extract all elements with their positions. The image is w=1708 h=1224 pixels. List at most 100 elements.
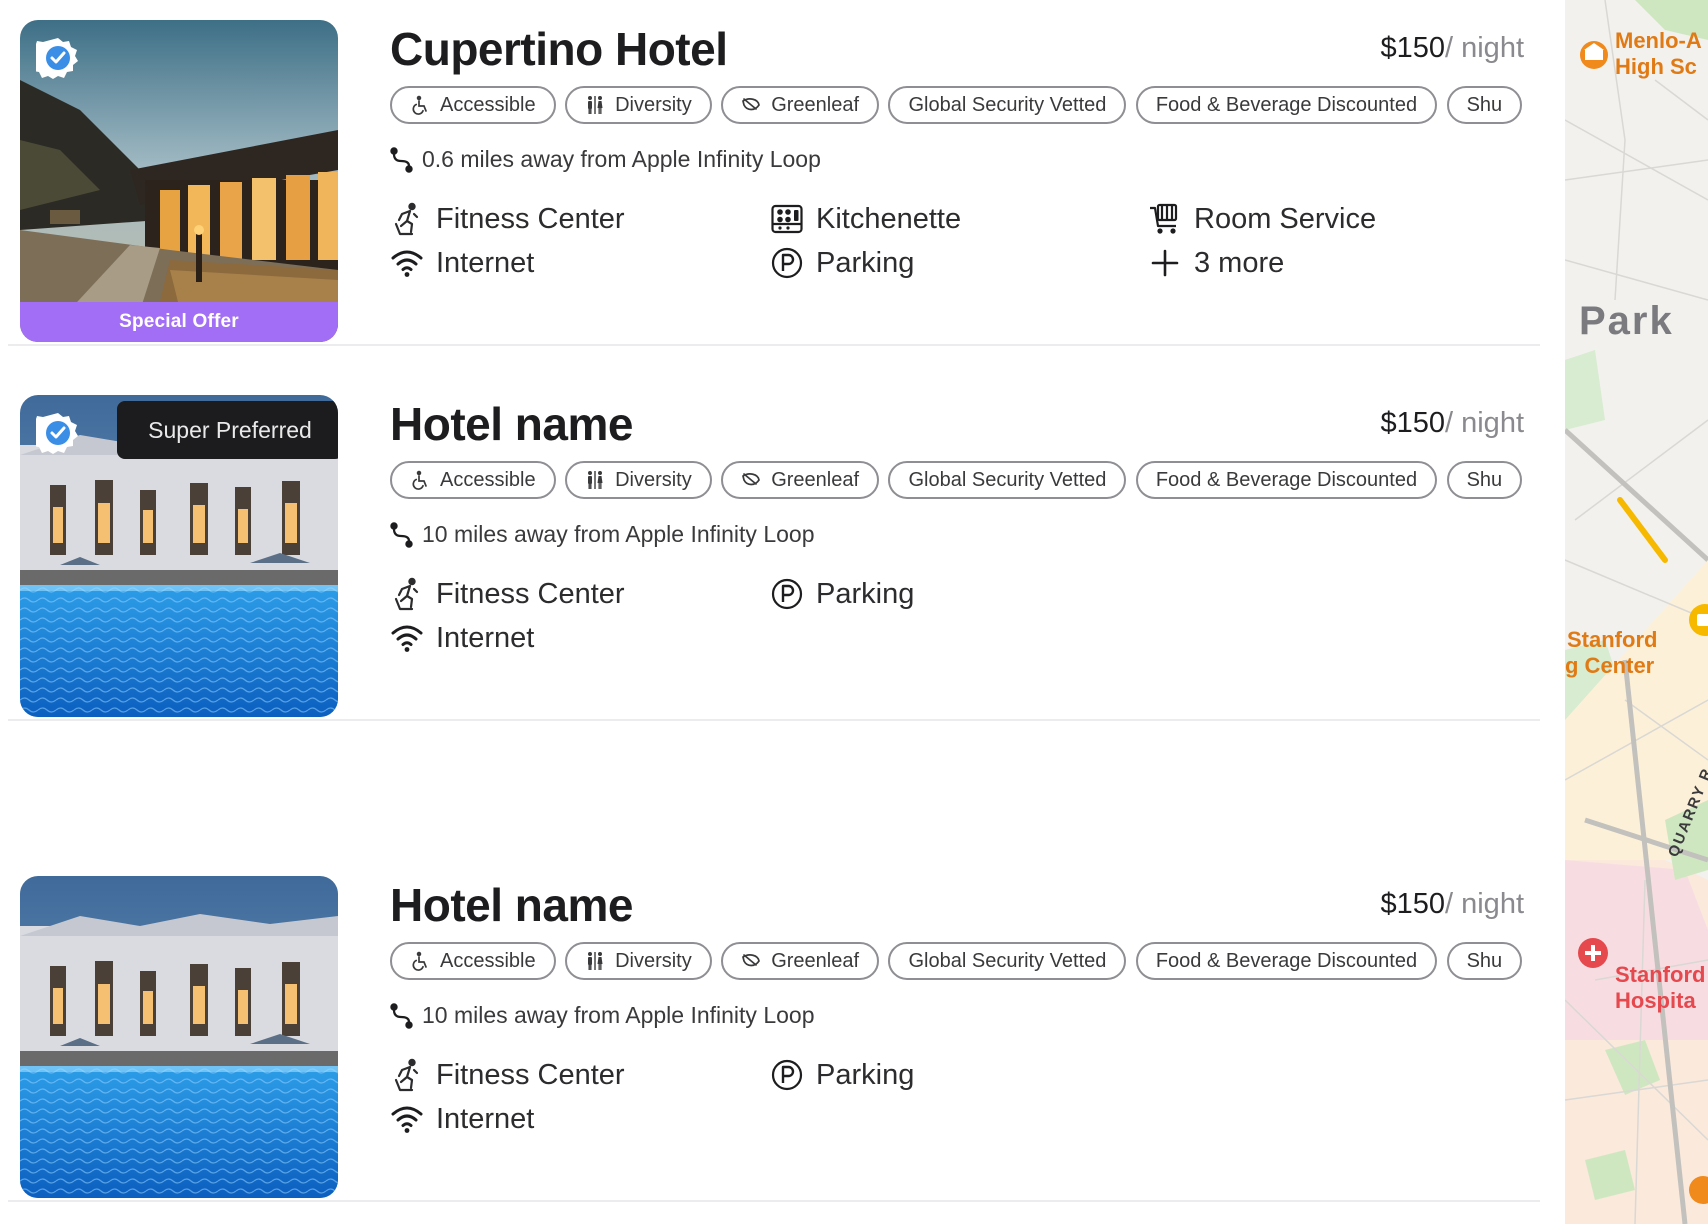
hotel-image bbox=[20, 876, 338, 1198]
price: $150/ night bbox=[1380, 407, 1524, 440]
map-label-stanford-center: Stanford bbox=[1567, 627, 1657, 652]
parking-icon bbox=[770, 246, 804, 280]
amenity-fitness: Fitness Center bbox=[390, 1058, 625, 1092]
price-amount: $150 bbox=[1380, 888, 1445, 920]
hotel-title[interactable]: Cupertino Hotel bbox=[390, 22, 728, 76]
tag-food-beverage[interactable]: Food & Beverage Discounted bbox=[1135, 86, 1438, 124]
amenity-internet: Internet bbox=[390, 621, 534, 655]
amenity-label: Internet bbox=[436, 246, 535, 279]
amenity-label: Internet bbox=[436, 621, 535, 654]
hotel-title[interactable]: Hotel name bbox=[390, 397, 633, 451]
hospital-icon[interactable] bbox=[1578, 938, 1608, 968]
tag-list: Accessible Diversity Greenleaf Global Se… bbox=[390, 86, 1524, 128]
super-preferred-tooltip: Super Preferred bbox=[117, 401, 338, 459]
tag-accessible[interactable]: Accessible bbox=[390, 461, 556, 499]
amenity-label: Fitness Center bbox=[436, 202, 625, 235]
hotel-photo[interactable]: Special Offer bbox=[20, 20, 338, 342]
map-panel[interactable]: Menlo-A High Sc Park Stanford g Center Q… bbox=[1565, 0, 1708, 1224]
tag-greenleaf[interactable]: Greenleaf bbox=[721, 86, 880, 124]
tag-diversity[interactable]: Diversity bbox=[565, 942, 712, 980]
amenity-parking: Parking bbox=[770, 246, 914, 280]
tag-label: Food & Beverage Discounted bbox=[1155, 93, 1418, 116]
verified-badge-icon[interactable] bbox=[36, 36, 80, 80]
route-icon bbox=[390, 147, 414, 173]
route-icon bbox=[390, 522, 414, 548]
tag-list: Accessible Diversity Greenleaf Global Se… bbox=[390, 942, 1524, 984]
amenity-kitchenette: Kitchenette bbox=[770, 202, 961, 236]
amenity-label: Room Service bbox=[1194, 202, 1377, 235]
distance: 10 miles away from Apple Infinity Loop bbox=[390, 1002, 814, 1029]
wifi-icon bbox=[390, 621, 424, 655]
amenity-label: Fitness Center bbox=[436, 577, 625, 610]
amenity-internet: Internet bbox=[390, 246, 534, 280]
amenity-fitness: Fitness Center bbox=[390, 577, 625, 611]
kitchenette-icon bbox=[770, 202, 804, 236]
hotel-card[interactable]: Special Offer Cupertino Hotel $150/ nigh… bbox=[0, 20, 1540, 346]
hotel-list: Special Offer Cupertino Hotel $150/ nigh… bbox=[0, 0, 1565, 1224]
price-unit: / night bbox=[1445, 407, 1524, 439]
tag-label: Greenleaf bbox=[771, 949, 860, 972]
plus-icon bbox=[1148, 246, 1182, 280]
card-divider bbox=[8, 719, 1540, 721]
amenity-label: Parking bbox=[816, 577, 915, 610]
tag-greenleaf[interactable]: Greenleaf bbox=[721, 942, 880, 980]
tag-diversity[interactable]: Diversity bbox=[565, 461, 712, 499]
price-unit: / night bbox=[1445, 32, 1524, 64]
card-divider bbox=[8, 344, 1540, 346]
hotel-photo[interactable]: Super Preferred bbox=[20, 395, 338, 717]
tag-global-security[interactable]: Global Security Vetted bbox=[888, 461, 1127, 499]
distance-text: 10 miles away from Apple Infinity Loop bbox=[422, 1002, 815, 1028]
map-label-park: Park bbox=[1579, 299, 1674, 343]
distance: 10 miles away from Apple Infinity Loop bbox=[390, 521, 814, 548]
hotel-photo[interactable] bbox=[20, 876, 338, 1198]
hotel-card[interactable]: Super Preferred Hotel name $150/ night A… bbox=[0, 395, 1540, 721]
tag-diversity[interactable]: Diversity bbox=[565, 86, 712, 124]
tag-label: Shu bbox=[1466, 468, 1503, 491]
greenleaf-icon bbox=[741, 95, 761, 115]
map-label-hospital: Stanford bbox=[1615, 962, 1705, 987]
tag-accessible[interactable]: Accessible bbox=[390, 942, 556, 980]
tag-label: Accessible bbox=[440, 949, 536, 972]
diversity-icon bbox=[585, 470, 605, 490]
amenity-label: Internet bbox=[436, 1102, 535, 1135]
price-amount: $150 bbox=[1380, 407, 1445, 439]
tag-food-beverage[interactable]: Food & Beverage Discounted bbox=[1135, 942, 1438, 980]
distance-text: 0.6 miles away from Apple Infinity Loop bbox=[422, 146, 821, 172]
map-label-school-2: High Sc bbox=[1615, 54, 1697, 79]
accessible-icon bbox=[410, 470, 430, 490]
tag-shuttle[interactable]: Shu bbox=[1446, 86, 1523, 124]
card-divider bbox=[8, 1200, 1540, 1202]
tag-global-security[interactable]: Global Security Vetted bbox=[888, 86, 1127, 124]
map-label-stanford-center-2: g Center bbox=[1565, 653, 1655, 678]
hotel-card[interactable]: Hotel name $150/ night Accessible Divers… bbox=[0, 876, 1540, 1202]
price: $150/ night bbox=[1380, 32, 1524, 65]
amenity-parking: Parking bbox=[770, 1058, 914, 1092]
map-canvas[interactable]: Menlo-A High Sc Park Stanford g Center Q… bbox=[1565, 0, 1708, 1224]
tag-label: Food & Beverage Discounted bbox=[1155, 468, 1418, 491]
tag-label: Global Security Vetted bbox=[908, 468, 1107, 491]
price: $150/ night bbox=[1380, 888, 1524, 921]
amenity-fitness: Fitness Center bbox=[390, 202, 625, 236]
tag-shuttle[interactable]: Shu bbox=[1446, 461, 1523, 499]
more-amenities-button[interactable]: 3 more bbox=[1148, 246, 1284, 280]
amenity-internet: Internet bbox=[390, 1102, 534, 1136]
tag-global-security[interactable]: Global Security Vetted bbox=[888, 942, 1127, 980]
school-icon[interactable] bbox=[1580, 41, 1608, 69]
tag-label: Greenleaf bbox=[771, 468, 860, 491]
tag-accessible[interactable]: Accessible bbox=[390, 86, 556, 124]
verified-badge-icon[interactable] bbox=[36, 411, 80, 455]
hotel-title[interactable]: Hotel name bbox=[390, 878, 633, 932]
tag-label: Accessible bbox=[440, 93, 536, 116]
parking-icon bbox=[770, 1058, 804, 1092]
tag-food-beverage[interactable]: Food & Beverage Discounted bbox=[1135, 461, 1438, 499]
wifi-icon bbox=[390, 1102, 424, 1136]
accessible-icon bbox=[410, 951, 430, 971]
tag-list: Accessible Diversity Greenleaf Global Se… bbox=[390, 461, 1524, 503]
greenleaf-icon bbox=[741, 470, 761, 490]
parking-icon bbox=[770, 577, 804, 611]
tag-shuttle[interactable]: Shu bbox=[1446, 942, 1523, 980]
room-service-icon bbox=[1148, 202, 1182, 236]
diversity-icon bbox=[585, 95, 605, 115]
price-amount: $150 bbox=[1380, 32, 1445, 64]
tag-greenleaf[interactable]: Greenleaf bbox=[721, 461, 880, 499]
